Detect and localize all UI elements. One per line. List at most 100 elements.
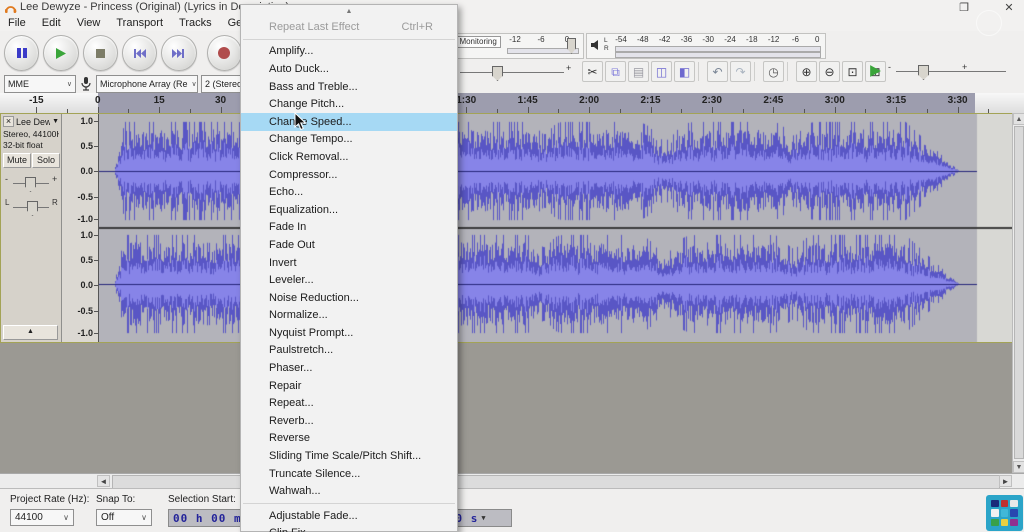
track-title[interactable]: Lee Dewyz bbox=[16, 117, 50, 127]
menu-item-click-removal[interactable]: Click Removal... bbox=[241, 148, 457, 166]
timeline-ruler[interactable]: -1501530451:001:151:301:452:002:152:302:… bbox=[0, 93, 1024, 114]
zoom-in-button[interactable]: ⊕ bbox=[796, 61, 817, 82]
menu-item-compressor[interactable]: Compressor... bbox=[241, 166, 457, 184]
solo-button[interactable]: Solo bbox=[32, 153, 60, 168]
restore-button[interactable]: ❐ bbox=[953, 1, 975, 15]
menu-item-normalize[interactable]: Normalize... bbox=[241, 307, 457, 325]
gain-slider[interactable]: - + bbox=[3, 172, 59, 194]
playback-volume-slider[interactable] bbox=[460, 72, 564, 73]
menubar-item-edit[interactable]: Edit bbox=[34, 16, 69, 31]
playback-volume-handle[interactable] bbox=[492, 66, 503, 81]
menu-item-reverse[interactable]: Reverse bbox=[241, 430, 457, 448]
horizontal-scrollbar[interactable]: ◄ ► bbox=[0, 473, 1024, 489]
menu-item-label: Sliding Time Scale/Pitch Shift... bbox=[269, 450, 422, 463]
scroll-down-arrow[interactable]: ▼ bbox=[1013, 461, 1024, 473]
meter-right-label: R bbox=[604, 45, 609, 52]
menubar-item-file[interactable]: File bbox=[0, 16, 34, 31]
gain-handle[interactable] bbox=[25, 177, 36, 192]
menubar-item-transport[interactable]: Transport bbox=[108, 16, 171, 31]
menu-item-label: Repair bbox=[269, 379, 302, 392]
menu-item-adjustable-fade[interactable]: Adjustable Fade... bbox=[241, 507, 457, 525]
project-rate-select[interactable]: 44100 ∨ bbox=[10, 509, 74, 526]
menu-scroll-up-arrow[interactable]: ▲ bbox=[241, 5, 457, 18]
menu-item-invert[interactable]: Invert bbox=[241, 254, 457, 272]
play-speed-slider[interactable] bbox=[896, 71, 1006, 72]
menu-item-amplify[interactable]: Amplify... bbox=[241, 43, 457, 61]
menu-item-fade-out[interactable]: Fade Out bbox=[241, 236, 457, 254]
menu-item-wahwah[interactable]: Wahwah... bbox=[241, 482, 457, 500]
menu-item-change-pitch[interactable]: Change Pitch... bbox=[241, 95, 457, 113]
play-at-speed-icon[interactable] bbox=[868, 64, 882, 78]
trim-audio-button[interactable]: ◫ bbox=[651, 61, 672, 82]
menu-item-sliding-time-scale-pitch-shift[interactable]: Sliding Time Scale/Pitch Shift... bbox=[241, 447, 457, 465]
vertical-scroll-thumb[interactable] bbox=[1014, 126, 1024, 459]
meter-left-label: L bbox=[604, 37, 608, 44]
vertical-scale-label: 1.0 bbox=[80, 116, 93, 126]
pause-button[interactable] bbox=[4, 35, 40, 71]
menu-item-fade-in[interactable]: Fade In bbox=[241, 219, 457, 237]
track-format-line2: 32-bit float bbox=[3, 140, 43, 150]
menu-item-nyquist-prompt[interactable]: Nyquist Prompt... bbox=[241, 324, 457, 342]
redo-button[interactable]: ↷ bbox=[730, 61, 751, 82]
menu-item-auto-duck[interactable]: Auto Duck... bbox=[241, 60, 457, 78]
menu-item-repair[interactable]: Repair bbox=[241, 377, 457, 395]
vertical-ruler[interactable]: 1.0 0.5 0.0 -0.5 -1.0 1.0 0.5 0.0 -0.5 -1.0 bbox=[62, 114, 99, 342]
play-button[interactable] bbox=[43, 35, 79, 71]
copy-button[interactable]: ⧉ bbox=[605, 61, 626, 82]
menu-item-change-speed[interactable]: Change Speed... bbox=[241, 112, 457, 131]
menu-item-label: Adjustable Fade... bbox=[269, 509, 358, 522]
skip-to-start-button[interactable] bbox=[121, 35, 158, 71]
recording-meter[interactable]: t Monitoring -12-60 bbox=[448, 33, 584, 59]
fit-selection-button[interactable]: ⊡ bbox=[842, 61, 863, 82]
zoom-toggle-button[interactable]: ◷ bbox=[763, 61, 784, 82]
menu-item-label: Repeat Last Effect bbox=[269, 20, 360, 33]
waveform-canvas[interactable] bbox=[99, 114, 1014, 342]
menu-item-repeat-last-effect[interactable]: Repeat Last Effect Ctrl+R bbox=[241, 18, 457, 36]
menu-item-noise-reduction[interactable]: Noise Reduction... bbox=[241, 289, 457, 307]
recording-device-select[interactable]: Microphone Array (Re ∨ bbox=[96, 75, 198, 93]
menu-item-label: Fade Out bbox=[269, 238, 315, 251]
track-close-button[interactable]: × bbox=[3, 116, 14, 127]
pan-slider[interactable]: L R bbox=[3, 196, 59, 218]
menu-item-reverb[interactable]: Reverb... bbox=[241, 412, 457, 430]
track-collapse-button[interactable]: ▲ bbox=[3, 325, 58, 340]
scroll-left-arrow[interactable]: ◄ bbox=[97, 475, 110, 487]
zoom-out-button[interactable]: ⊖ bbox=[819, 61, 840, 82]
menu-item-echo[interactable]: Echo... bbox=[241, 183, 457, 201]
paste-button[interactable]: ▤ bbox=[628, 61, 649, 82]
menu-item-phaser[interactable]: Phaser... bbox=[241, 359, 457, 377]
audio-host-select[interactable]: MME ∨ bbox=[4, 75, 76, 93]
scroll-up-arrow[interactable]: ▲ bbox=[1013, 113, 1024, 125]
menu-item-bass-and-treble[interactable]: Bass and Treble... bbox=[241, 78, 457, 96]
menubar-item-view[interactable]: View bbox=[69, 16, 109, 31]
menu-item-repeat[interactable]: Repeat... bbox=[241, 394, 457, 412]
menu-item-equalization[interactable]: Equalization... bbox=[241, 201, 457, 219]
playback-meter[interactable]: L R -54 -48 -42 -36 -30 -24 -18 -12 -6 0 bbox=[586, 33, 826, 59]
monitoring-label[interactable]: t Monitoring bbox=[451, 36, 501, 48]
scroll-right-arrow[interactable]: ► bbox=[999, 475, 1012, 487]
stop-button[interactable] bbox=[82, 35, 118, 71]
video-watermark bbox=[986, 495, 1023, 531]
undo-button[interactable]: ↶ bbox=[707, 61, 728, 82]
menu-item-paulstretch[interactable]: Paulstretch... bbox=[241, 342, 457, 360]
cut-button[interactable]: ✂ bbox=[582, 61, 603, 82]
pan-handle[interactable] bbox=[27, 201, 38, 216]
snap-to-select[interactable]: Off ∨ bbox=[96, 509, 152, 526]
menu-item-label: Reverse bbox=[269, 432, 310, 445]
silence-audio-button[interactable]: ◧ bbox=[674, 61, 695, 82]
timeline-label: 3:30 bbox=[947, 95, 968, 106]
menu-item-change-tempo[interactable]: Change Tempo... bbox=[241, 131, 457, 149]
menu-item-clip-fix[interactable]: Clip Fix... bbox=[241, 525, 457, 532]
close-button[interactable]: ✕ bbox=[998, 1, 1020, 15]
vertical-scrollbar[interactable]: ▲ ▼ bbox=[1012, 113, 1024, 473]
menu-item-leveler[interactable]: Leveler... bbox=[241, 271, 457, 289]
record-button[interactable] bbox=[206, 35, 242, 71]
menu-item-truncate-silence[interactable]: Truncate Silence... bbox=[241, 465, 457, 483]
selection-start-label: Selection Start: bbox=[168, 494, 236, 505]
play-speed-handle[interactable] bbox=[918, 65, 929, 80]
mute-button[interactable]: Mute bbox=[3, 153, 31, 168]
track-menu-dropdown-icon[interactable]: ▼ bbox=[52, 118, 59, 125]
meter-tick: -6 bbox=[791, 35, 799, 44]
skip-to-end-button[interactable] bbox=[161, 35, 197, 71]
menubar-item-tracks[interactable]: Tracks bbox=[171, 16, 220, 31]
